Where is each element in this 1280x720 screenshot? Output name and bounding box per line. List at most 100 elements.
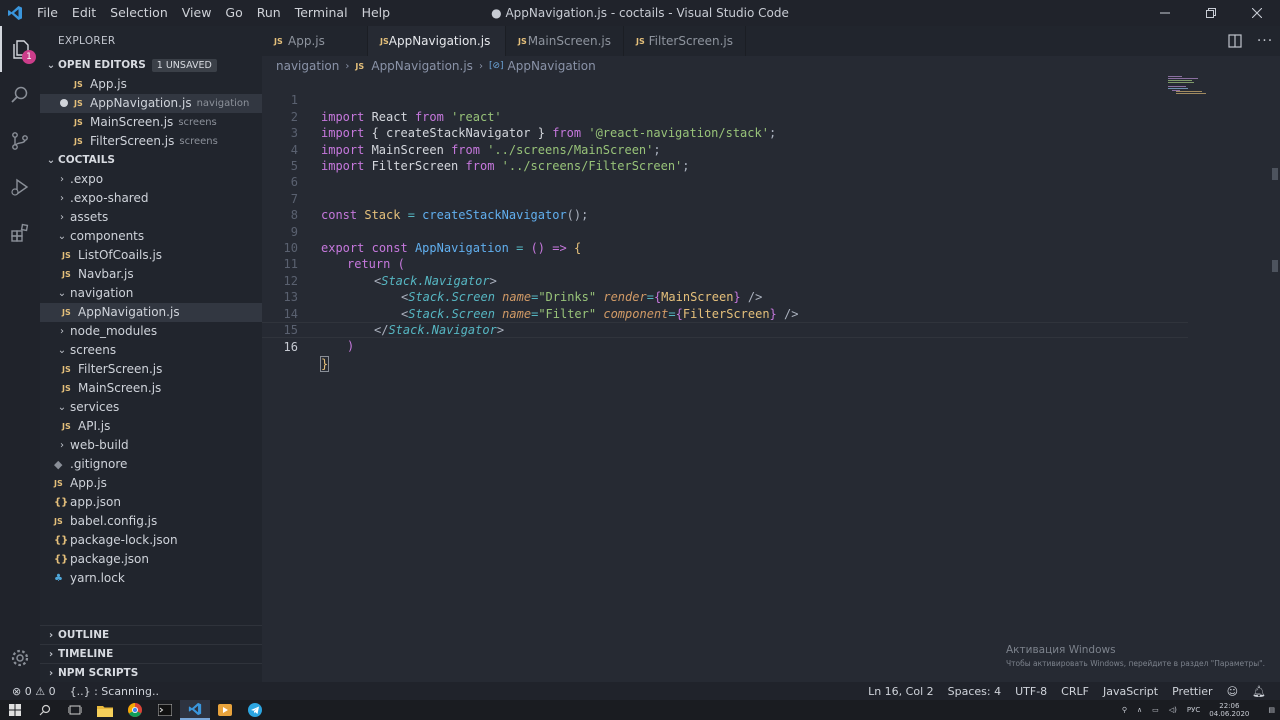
vscode-logo-icon[interactable] (0, 0, 30, 26)
explorer-sidebar: EXPLORER ⌄ OPEN EDITORS 1 UNSAVED JS App… (40, 26, 262, 682)
menu-terminal[interactable]: Terminal (288, 0, 355, 26)
file-item[interactable]: {} package.json (40, 550, 262, 569)
extensions-activity[interactable] (0, 210, 40, 256)
line-ending[interactable]: CRLF (1061, 685, 1089, 698)
minimize-button[interactable] (1142, 0, 1188, 26)
taskbar-clock[interactable]: 22:06 04.06.2020 (1209, 702, 1249, 718)
taskbar-search-button[interactable] (30, 700, 60, 720)
folder-item[interactable]: ⌄ navigation (40, 284, 262, 303)
breadcrumb: navigation › JS AppNavigation.js › [⊘] A… (262, 56, 1280, 76)
file-item[interactable]: {} app.json (40, 493, 262, 512)
breadcrumb-file[interactable]: AppNavigation.js (371, 59, 473, 73)
menu-selection[interactable]: Selection (103, 0, 175, 26)
action-center-icon[interactable]: ▤ (1268, 706, 1275, 714)
encoding[interactable]: UTF-8 (1015, 685, 1047, 698)
file-item[interactable]: JS API.js (40, 417, 262, 436)
taskbar-media-player[interactable] (210, 700, 240, 720)
file-item[interactable]: {} package-lock.json (40, 531, 262, 550)
code-line: 13 <Stack.Screen name="Filter" component… (262, 273, 1188, 320)
taskbar-terminal[interactable] (150, 700, 180, 720)
code-editor[interactable]: 1 import React from 'react' 2 import { c… (262, 76, 1280, 682)
folder-item[interactable]: ⌄ services (40, 398, 262, 417)
chevron-right-icon: › (478, 60, 483, 72)
language-mode[interactable]: JavaScript (1103, 685, 1158, 698)
scroll-indicator[interactable] (1272, 260, 1278, 272)
breadcrumb-symbol[interactable]: AppNavigation (508, 59, 596, 73)
notifications-bell-icon[interactable]: 🔔︎ (1252, 685, 1266, 698)
outline-header[interactable]: › OUTLINE (40, 625, 262, 644)
more-actions-button[interactable]: ··· (1250, 26, 1280, 56)
project-header[interactable]: ⌄ COCTAILS (40, 151, 262, 170)
file-item[interactable]: JS MainScreen.js (40, 379, 262, 398)
search-activity[interactable] (0, 72, 40, 118)
taskbar-file-explorer[interactable] (90, 700, 120, 720)
network-icon[interactable]: ▭ (1152, 706, 1159, 714)
file-item[interactable]: JS App.js (40, 474, 262, 493)
file-item[interactable]: ♣ yarn.lock (40, 569, 262, 588)
chevron-right-icon: › (48, 667, 54, 679)
js-file-icon: JS (62, 365, 71, 374)
chevron-right-icon: › (60, 440, 64, 451)
js-file-icon: JS (74, 99, 83, 108)
keyboard-language[interactable]: РУС (1187, 706, 1200, 714)
cursor-position[interactable]: Ln 16, Col 2 (868, 685, 934, 698)
folder-item[interactable]: › .expo-shared (40, 189, 262, 208)
close-icon (1252, 8, 1262, 18)
minimap[interactable] (1168, 76, 1218, 96)
run-debug-activity[interactable] (0, 164, 40, 210)
folder-item[interactable]: › .expo (40, 170, 262, 189)
problems-indicator[interactable]: ⊗ 0 ⚠ 0 (12, 685, 56, 698)
folder-item[interactable]: › assets (40, 208, 262, 227)
js-file-icon: JS (62, 270, 71, 279)
folder-item[interactable]: › web-build (40, 436, 262, 455)
open-editor-item[interactable]: JS App.js (40, 75, 262, 94)
menu-file[interactable]: File (30, 0, 65, 26)
open-editor-item[interactable]: JS AppNavigation.js navigation (40, 94, 262, 113)
file-item[interactable]: ◆ .gitignore (40, 455, 262, 474)
prettier-status[interactable]: Prettier (1172, 685, 1212, 698)
menu-view[interactable]: View (175, 0, 219, 26)
file-item[interactable]: JS Navbar.js (40, 265, 262, 284)
taskbar-vscode[interactable] (180, 700, 210, 720)
tab-app-js[interactable]: JS App.js (262, 26, 368, 56)
start-button[interactable] (0, 700, 30, 720)
tray-chevron-up-icon[interactable]: ∧ (1137, 706, 1142, 714)
timeline-header[interactable]: › TIMELINE (40, 644, 262, 663)
open-editor-item[interactable]: JS FilterScreen.js screens (40, 132, 262, 151)
menu-run[interactable]: Run (250, 0, 288, 26)
task-view-button[interactable] (60, 700, 90, 720)
tab-appnavigation-js[interactable]: JS AppNavigation.js (368, 26, 506, 56)
taskbar-telegram[interactable] (240, 700, 270, 720)
maximize-button[interactable] (1188, 0, 1234, 26)
file-item[interactable]: JS AppNavigation.js (40, 303, 262, 322)
menu-edit[interactable]: Edit (65, 0, 103, 26)
yarn-file-icon: ♣ (54, 573, 63, 584)
open-editors-header[interactable]: ⌄ OPEN EDITORS 1 UNSAVED (40, 56, 262, 75)
tab-mainscreen-js[interactable]: JS MainScreen.js (506, 26, 624, 56)
unsaved-dot[interactable] (60, 94, 74, 113)
manage-activity[interactable] (0, 638, 40, 678)
menu-go[interactable]: Go (218, 0, 249, 26)
taskbar-chrome[interactable] (120, 700, 150, 720)
menu-help[interactable]: Help (355, 0, 398, 26)
file-item[interactable]: JS babel.config.js (40, 512, 262, 531)
folder-item[interactable]: ⌄ screens (40, 341, 262, 360)
feedback-icon[interactable]: ☺ (1227, 685, 1238, 698)
close-button[interactable] (1234, 0, 1280, 26)
folder-item[interactable]: ⌄ components (40, 227, 262, 246)
tab-filterscreen-js[interactable]: JS FilterScreen.js (624, 26, 746, 56)
explorer-activity[interactable]: 1 (0, 26, 40, 72)
file-item[interactable]: JS FilterScreen.js (40, 360, 262, 379)
indentation[interactable]: Spaces: 4 (948, 685, 1001, 698)
npm-scripts-header[interactable]: › NPM SCRIPTS (40, 663, 262, 682)
people-icon[interactable]: ⚲ (1122, 706, 1127, 714)
scanning-status[interactable]: {..} : Scanning.. (70, 685, 159, 698)
folder-item[interactable]: › node_modules (40, 322, 262, 341)
source-control-activity[interactable] (0, 118, 40, 164)
breadcrumb-folder[interactable]: navigation (276, 59, 339, 73)
open-editor-item[interactable]: JS MainScreen.js screens (40, 113, 262, 132)
file-item[interactable]: JS ListOfCoails.js (40, 246, 262, 265)
scroll-indicator[interactable] (1272, 168, 1278, 180)
volume-icon[interactable]: ◁) (1169, 706, 1177, 714)
split-editor-button[interactable] (1220, 26, 1250, 56)
